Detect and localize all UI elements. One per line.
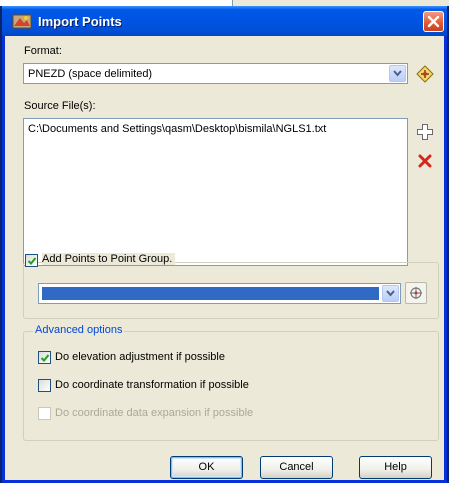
format-dropdown-arrow[interactable] (389, 65, 406, 82)
chevron-down-icon (386, 290, 395, 297)
close-button[interactable] (423, 11, 444, 32)
format-manager-icon (416, 65, 434, 83)
source-files-list[interactable]: C:\Documents and Settings\qasm\Desktop\b… (23, 118, 408, 266)
edit-format-button[interactable] (413, 62, 435, 84)
delete-icon (418, 154, 432, 168)
format-label: Format: (24, 45, 62, 57)
data-expansion-checkbox (38, 407, 51, 420)
title-bar[interactable]: Import Points (2, 6, 447, 36)
advanced-options-title: Advanced options (33, 324, 125, 336)
list-item[interactable]: C:\Documents and Settings\qasm\Desktop\b… (28, 123, 326, 135)
source-files-label: Source File(s): (24, 100, 96, 112)
help-button[interactable]: Help (359, 456, 432, 479)
checkmark-icon (27, 257, 37, 265)
ok-button[interactable]: OK (170, 456, 243, 479)
import-points-dialog: Import Points Format: PNEZD (space delim… (0, 6, 449, 483)
add-file-button[interactable] (413, 120, 435, 142)
cancel-button[interactable]: Cancel (260, 456, 333, 479)
elevation-adjustment-checkbox[interactable] (38, 351, 51, 364)
checkmark-icon (40, 354, 50, 362)
point-group-selection-highlight (42, 287, 379, 300)
add-to-point-group-label: Add Points to Point Group. (42, 253, 176, 265)
window-title: Import Points (38, 14, 122, 29)
remove-file-button[interactable] (413, 149, 435, 171)
format-value: PNEZD (space delimited) (28, 68, 153, 80)
elevation-adjustment-label: Do elevation adjustment if possible (55, 351, 225, 363)
app-icon (12, 14, 32, 29)
coordinate-transformation-label: Do coordinate transformation if possible (55, 379, 249, 391)
add-to-point-group-checkbox[interactable] (25, 254, 38, 267)
add-icon (417, 124, 433, 140)
coordinate-transformation-checkbox[interactable] (38, 379, 51, 392)
data-expansion-label: Do coordinate data expansion if possible (55, 407, 254, 419)
dialog-body: Format: PNEZD (space delimited) Source F… (5, 36, 444, 480)
point-group-icon (410, 287, 422, 299)
point-group-button[interactable] (405, 282, 427, 304)
close-icon (427, 15, 440, 28)
format-select[interactable]: PNEZD (space delimited) (23, 63, 408, 84)
point-group-select[interactable] (38, 283, 401, 304)
point-group-dropdown-arrow[interactable] (382, 285, 399, 302)
chevron-down-icon (393, 70, 402, 77)
